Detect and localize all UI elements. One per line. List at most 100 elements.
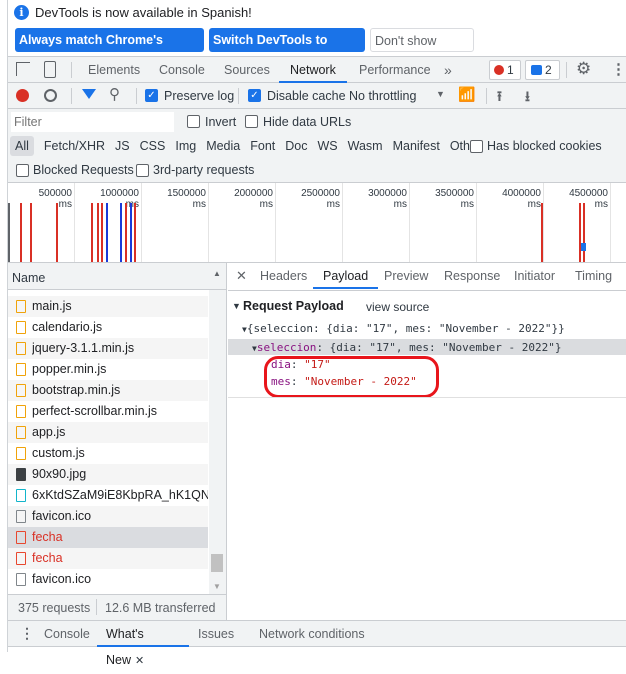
import-har-icon[interactable]: ⭱ bbox=[497, 86, 502, 110]
type-filter-all[interactable]: All bbox=[10, 136, 34, 156]
close-icon[interactable]: ✕ bbox=[135, 655, 144, 667]
dont-show-again-button[interactable]: Don't show again bbox=[370, 28, 474, 72]
drawer-tab-network-conditions[interactable]: Network conditions bbox=[259, 621, 365, 647]
blocked-requests-checkbox[interactable] bbox=[16, 164, 29, 177]
throttling-select[interactable]: No throttling bbox=[349, 89, 416, 103]
device-toolbar-icon[interactable] bbox=[44, 61, 56, 78]
third-party-checkbox[interactable] bbox=[136, 164, 149, 177]
message-count: 2 bbox=[545, 63, 552, 77]
detail-tab-preview[interactable]: Preview bbox=[384, 263, 428, 289]
inspect-element-icon[interactable] bbox=[16, 62, 30, 76]
request-row[interactable]: popper.min.js bbox=[8, 359, 208, 380]
timeline-gridline bbox=[275, 183, 276, 262]
request-row[interactable]: 90x90.jpg bbox=[8, 464, 208, 485]
request-row[interactable]: fecha bbox=[8, 527, 208, 548]
blocked-requests-label: Blocked Requests bbox=[33, 163, 134, 177]
type-filter-img[interactable]: Img bbox=[170, 136, 201, 156]
type-filter-css[interactable]: CSS bbox=[135, 136, 171, 156]
detail-tab-timing[interactable]: Timing bbox=[575, 263, 612, 289]
seleccion-key: seleccion bbox=[256, 341, 317, 354]
drawer-tab-console[interactable]: Console bbox=[44, 621, 90, 647]
drawer-tab-issues[interactable]: Issues bbox=[198, 621, 234, 647]
timeline-request-marker bbox=[583, 203, 585, 262]
scrollbar[interactable]: ▼ bbox=[209, 290, 226, 594]
request-row[interactable]: main.js bbox=[8, 296, 208, 317]
type-filter-manifest[interactable]: Manifest bbox=[388, 136, 445, 156]
expand-triangle-icon[interactable]: ▼ bbox=[232, 301, 241, 311]
type-filter-font[interactable]: Font bbox=[245, 136, 280, 156]
type-filter-media[interactable]: Media bbox=[201, 136, 245, 156]
detail-tab-bar: ✕ Headers Payload Preview Response Initiator… bbox=[228, 263, 626, 291]
drawer-menu-icon[interactable]: ⋮ bbox=[20, 625, 34, 642]
filter-bar: Invert Hide data URLs AllFetch/XHRJSCSSI… bbox=[8, 109, 626, 183]
search-icon[interactable]: ⚲ bbox=[109, 85, 120, 103]
record-icon[interactable] bbox=[16, 89, 29, 102]
has-blocked-cookies-checkbox[interactable] bbox=[470, 140, 483, 153]
timeline-request-marker bbox=[130, 203, 132, 262]
detail-tab-payload[interactable]: Payload bbox=[313, 263, 379, 289]
export-har-icon[interactable]: ⭳ bbox=[525, 86, 530, 110]
request-row[interactable]: favicon.ico bbox=[8, 506, 208, 527]
error-file-icon bbox=[16, 531, 26, 544]
request-row[interactable]: app.js bbox=[8, 422, 208, 443]
request-row[interactable]: perfect-scrollbar.min.js bbox=[8, 401, 208, 422]
timeline-tick-label: 3500000 ms bbox=[435, 188, 474, 210]
tab-network[interactable]: Network bbox=[279, 57, 347, 83]
js-file-icon bbox=[16, 342, 26, 355]
scrollbar-thumb[interactable] bbox=[211, 554, 223, 572]
js-file-icon bbox=[16, 426, 26, 439]
always-match-language-button[interactable]: Always match Chrome's language bbox=[15, 28, 204, 71]
request-payload-heading[interactable]: Request Payload bbox=[243, 299, 344, 313]
type-filter-fetchxhr[interactable]: Fetch/XHR bbox=[39, 136, 110, 156]
detail-tab-initiator[interactable]: Initiator bbox=[514, 263, 555, 289]
error-doc-file-icon bbox=[16, 552, 26, 565]
name-column-header[interactable]: Name ▲ bbox=[8, 263, 226, 290]
tab-performance[interactable]: Performance bbox=[359, 57, 431, 83]
divider bbox=[486, 88, 487, 104]
messages-badge[interactable]: 2 bbox=[525, 60, 560, 80]
payload-root[interactable]: ▼{seleccion: {dia: "17", mes: "November … bbox=[242, 322, 565, 335]
drawer-tab-whats-new[interactable]: What's New ✕ bbox=[97, 621, 189, 667]
filter-input[interactable] bbox=[11, 112, 174, 132]
tab-sources[interactable]: Sources bbox=[224, 57, 270, 83]
close-icon[interactable]: ✕ bbox=[236, 268, 247, 284]
invert-checkbox[interactable] bbox=[187, 115, 200, 128]
disable-cache-checkbox[interactable]: ✓ bbox=[248, 89, 261, 102]
request-row[interactable]: bootstrap.min.js bbox=[8, 380, 208, 401]
network-overview-timeline[interactable]: 500000 ms 1000000 ms 1500000 ms 2000000 ms 2… bbox=[8, 183, 626, 263]
view-source-link[interactable]: view source bbox=[366, 300, 429, 314]
detail-tab-response[interactable]: Response bbox=[444, 263, 500, 289]
type-filter-doc[interactable]: Doc bbox=[280, 136, 312, 156]
filter-icon[interactable] bbox=[82, 89, 96, 99]
payload-seleccion[interactable]: ▼seleccion: {dia: "17", mes: "November -… bbox=[252, 341, 561, 354]
preserve-log-label: Preserve log bbox=[164, 89, 235, 103]
request-row[interactable]: calendario.js bbox=[8, 317, 208, 338]
request-row[interactable]: jquery-3.1.1.min.js bbox=[8, 338, 208, 359]
request-row[interactable]: 6xKtdSZaM9iE8KbpRA_hK1QN.w... bbox=[8, 485, 208, 506]
type-filter-ws[interactable]: WS bbox=[312, 136, 342, 156]
hide-data-urls-checkbox[interactable] bbox=[245, 115, 258, 128]
tab-elements[interactable]: Elements bbox=[88, 57, 140, 83]
more-tabs-button[interactable]: » bbox=[444, 57, 452, 83]
scroll-down-icon[interactable]: ▼ bbox=[213, 582, 221, 591]
request-row[interactable]: fecha bbox=[8, 548, 208, 569]
preserve-log-checkbox[interactable]: ✓ bbox=[145, 89, 158, 102]
switch-to-spanish-button[interactable]: Switch DevTools to Spanish bbox=[209, 28, 365, 71]
error-icon bbox=[494, 65, 504, 75]
type-filter-js[interactable]: JS bbox=[110, 136, 135, 156]
request-row[interactable]: favicon.ico bbox=[8, 569, 208, 590]
request-row[interactable]: custom.js bbox=[8, 443, 208, 464]
more-options-icon[interactable]: ⋮ bbox=[611, 60, 626, 78]
request-name: favicon.ico bbox=[32, 572, 92, 586]
settings-gear-icon[interactable]: ⚙ bbox=[576, 59, 591, 79]
font-file-icon bbox=[16, 489, 26, 502]
detail-tab-headers[interactable]: Headers bbox=[260, 263, 307, 289]
errors-badge[interactable]: 1 bbox=[489, 60, 521, 80]
payload-root-value: {seleccion: {dia: "17", mes: "November -… bbox=[246, 322, 565, 335]
clear-icon[interactable] bbox=[44, 89, 57, 102]
network-conditions-icon[interactable]: 📶 bbox=[458, 86, 475, 103]
divider bbox=[71, 62, 72, 78]
chevron-down-icon[interactable]: ▼ bbox=[436, 89, 445, 99]
tab-console[interactable]: Console bbox=[159, 57, 205, 83]
type-filter-wasm[interactable]: Wasm bbox=[343, 136, 388, 156]
